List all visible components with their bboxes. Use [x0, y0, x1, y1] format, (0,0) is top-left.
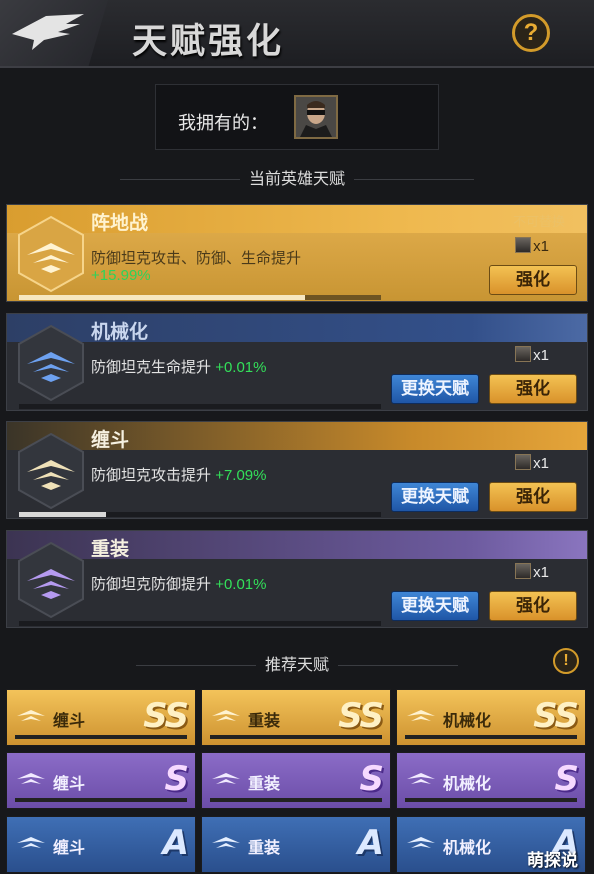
question-icon: ? [523, 19, 539, 46]
chevron-wings-icon [18, 215, 84, 293]
chevron-wings-icon [17, 710, 45, 721]
chevron-wings-icon [17, 773, 45, 784]
tier-badge: SS [338, 696, 384, 736]
progress-bar [19, 621, 381, 626]
talent-card-3: 重装 防御坦克防御提升 +0.01% x1 更换天赋 强化 [6, 530, 588, 628]
talent-name: 重装 [91, 539, 130, 560]
talent-card-1: 机械化 防御坦克生命提升 +0.01% x1 更换天赋 强化 [6, 313, 588, 411]
chevron-wings-icon [407, 837, 435, 848]
recommend-name: 重装 [248, 840, 281, 857]
recommend-item[interactable]: 缠斗 S [6, 752, 196, 809]
tier-badge: SS [533, 696, 579, 736]
talent-name: 阵地战 [91, 213, 149, 234]
chevron-wings-icon [407, 773, 435, 784]
chevron-wings-icon [407, 710, 435, 721]
recommend-item[interactable]: 重装 S [201, 752, 391, 809]
progress-bar [19, 404, 381, 409]
talent-desc: 防御坦克攻击提升 +7.09% [91, 467, 267, 484]
talent-desc: 防御坦克生命提升 +0.01% [91, 359, 267, 376]
recommend-item[interactable]: 重装 A [201, 816, 391, 873]
header-bar: 天赋强化 ? [0, 0, 594, 68]
chevron-wings-icon [17, 837, 45, 848]
status-badge: 不可替换 [512, 214, 565, 229]
tier-badge: S [359, 759, 384, 799]
recommend-name: 机械化 [443, 840, 492, 857]
tier-badge: S [554, 759, 579, 799]
strengthen-button[interactable]: 强化 [489, 374, 577, 404]
page-title: 天赋强化 [132, 22, 285, 61]
watermark: 萌探说 [527, 851, 578, 870]
recommend-title: 推荐天赋 [264, 657, 329, 674]
strengthen-button[interactable]: 强化 [489, 482, 577, 512]
recommend-name: 机械化 [443, 776, 492, 793]
help-button[interactable]: ? [512, 14, 550, 52]
talent-desc: 防御坦克防御提升 +0.01% [91, 576, 267, 593]
recommend-name: 缠斗 [53, 776, 86, 793]
avatar [294, 95, 338, 139]
current-talent-heading: 当前英雄天赋 [0, 165, 594, 189]
swap-talent-button[interactable]: 更换天赋 [391, 374, 479, 404]
chevron-wings-icon [18, 324, 84, 402]
recommend-name: 缠斗 [53, 840, 86, 857]
chevron-wings-icon [18, 432, 84, 510]
strengthen-button[interactable]: 强化 [489, 265, 577, 295]
swap-talent-button[interactable]: 更换天赋 [391, 482, 479, 512]
hero-token-icon [515, 346, 532, 362]
chevron-wings-icon [18, 541, 84, 619]
owned-label: 我拥有的： [178, 113, 268, 133]
progress-bar [19, 512, 381, 517]
tier-badge: A [357, 823, 384, 863]
recommend-name: 缠斗 [53, 713, 86, 730]
eagle-wings-icon [12, 14, 84, 50]
talent-desc: 防御坦克攻击、防御、生命提升 [91, 250, 302, 267]
chevron-wings-icon [212, 837, 240, 848]
recommend-heading: 推荐天赋 [0, 651, 594, 675]
tier-badge: SS [143, 696, 189, 736]
recommend-name: 重装 [248, 713, 281, 730]
tier-badge: A [162, 823, 189, 863]
talent-pct: +0.01% [215, 576, 267, 593]
talent-card-2: 缠斗 防御坦克攻击提升 +7.09% x1 更换天赋 强化 [6, 421, 588, 519]
recommend-item[interactable]: 机械化 SS [396, 689, 586, 746]
recommend-name: 重装 [248, 776, 281, 793]
progress-bar [19, 295, 381, 300]
swap-talent-button[interactable]: 更换天赋 [391, 591, 479, 621]
tier-badge: S [164, 759, 189, 799]
recommend-item[interactable]: 机械化 S [396, 752, 586, 809]
hero-token-icon [515, 454, 532, 470]
talent-pct: +0.01% [215, 359, 267, 376]
talent-pct: +7.09% [215, 467, 267, 484]
cost: x1 [515, 237, 549, 255]
recommend-item[interactable]: 缠斗 A [6, 816, 196, 873]
strengthen-button[interactable]: 强化 [489, 591, 577, 621]
current-talent-title: 当前英雄天赋 [248, 171, 345, 188]
cost: x1 [515, 454, 549, 472]
chevron-wings-icon [212, 710, 240, 721]
talent-name: 机械化 [91, 322, 149, 343]
chevron-wings-icon [212, 773, 240, 784]
recommend-name: 机械化 [443, 713, 492, 730]
hero-token-icon [515, 563, 532, 579]
recommend-item[interactable]: 重装 SS [201, 689, 391, 746]
back-button[interactable] [0, 0, 108, 66]
talent-card-0: 阵地战 不可替换 防御坦克攻击、防御、生命提升 +15.99% x1 强化 [6, 204, 588, 302]
talent-name: 缠斗 [91, 430, 130, 451]
hero-token-icon [515, 237, 532, 253]
owned-panel: 我拥有的： [155, 84, 439, 150]
cost: x1 [515, 346, 549, 364]
recommend-item[interactable]: 缠斗 SS [6, 689, 196, 746]
cost: x1 [515, 563, 549, 581]
talent-pct: +15.99% [91, 267, 151, 284]
info-button[interactable]: ! [553, 648, 579, 674]
exclamation-icon: ! [563, 652, 569, 669]
